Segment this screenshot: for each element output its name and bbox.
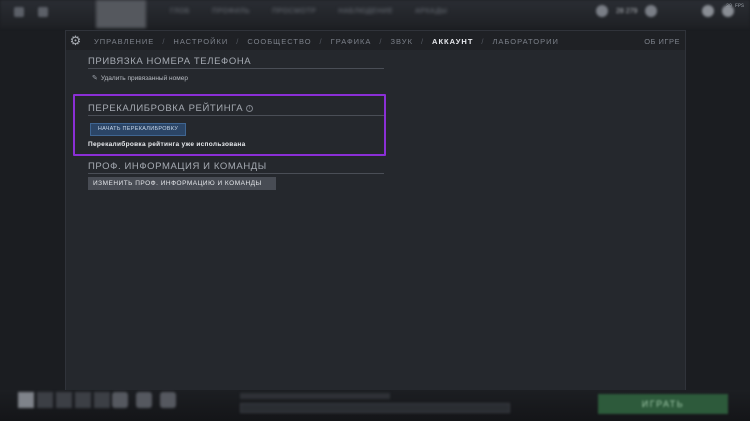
info-icon[interactable]: i — [246, 104, 254, 112]
bottom-icons — [112, 392, 176, 408]
gear-icon[interactable]: ⚙ — [69, 34, 82, 47]
top-nav-item[interactable]: НАБЛЮДЕНИЕ — [338, 8, 393, 15]
tab-community[interactable]: СООБЩЕСТВО — [247, 37, 311, 46]
tab-separator: / — [379, 37, 383, 46]
party-slot[interactable] — [75, 392, 91, 408]
tab-graphics[interactable]: ГРАФИКА — [331, 37, 372, 46]
party-slots — [18, 392, 110, 408]
top-nav-item[interactable]: ГЛОБ — [170, 8, 190, 15]
pencil-icon: ✎ — [92, 75, 98, 82]
settings-tabs: УПРАВЛЕНИЕ / НАСТРОЙКИ / СООБЩЕСТВО / ГР… — [94, 37, 559, 46]
tab-audio[interactable]: ЗВУК — [391, 37, 413, 46]
top-nav-item[interactable]: ПРОФИЛЬ — [212, 8, 250, 15]
party-slot[interactable] — [94, 392, 110, 408]
currency-icon — [596, 5, 608, 17]
settings-panel: ⚙ УПРАВЛЕНИЕ / НАСТРОЙКИ / СООБЩЕСТВО / … — [65, 30, 686, 392]
section-divider — [88, 68, 384, 69]
tab-separator: / — [162, 37, 166, 46]
tab-separator: / — [420, 37, 425, 46]
tab-labs[interactable]: ЛАБОРАТОРИИ — [493, 37, 559, 46]
guild-icon[interactable] — [112, 392, 128, 408]
chat-icon[interactable] — [160, 392, 176, 408]
phone-section-title: ПРИВЯЗКА НОМЕРА ТЕЛЕФОНА — [88, 56, 252, 67]
top-left-icons — [14, 7, 48, 17]
settings-tab-bar: ⚙ УПРАВЛЕНИЕ / НАСТРОЙКИ / СООБЩЕСТВО / … — [66, 31, 685, 50]
section-divider — [88, 115, 384, 116]
tab-options[interactable]: НАСТРОЙКИ — [173, 37, 228, 46]
recalibration-section-title: ПЕРЕКАЛИБРОВКА РЕЙТИНГА i — [88, 103, 254, 114]
profile-icon[interactable] — [645, 5, 658, 17]
fps-counter: 30 FPS — [725, 3, 744, 9]
friends-icon[interactable] — [702, 5, 714, 17]
top-nav: ГЛОБ ПРОФИЛЬ ПРОСМОТР НАБЛЮДЕНИЕ АРКАДЫ — [170, 8, 447, 15]
top-nav-item[interactable]: АРКАДЫ — [415, 8, 447, 15]
play-button[interactable]: ИГРАТЬ — [598, 394, 728, 414]
player-avatar[interactable] — [18, 392, 34, 408]
pro-section-title: ПРОФ. ИНФОРМАЦИЯ И КОМАНДЫ — [88, 161, 267, 172]
chat-area — [240, 393, 510, 415]
recalibration-title-text: ПЕРЕКАЛИБРОВКА РЕЙТИНГА — [88, 103, 244, 114]
settings-shortcut-icon[interactable] — [38, 7, 48, 17]
chat-message — [240, 393, 390, 399]
tab-separator: / — [319, 37, 323, 46]
remove-phone-link[interactable]: ✎ Удалить привязанный номер — [92, 74, 188, 83]
remove-phone-label: Удалить привязанный номер — [100, 74, 188, 82]
start-recalibration-button[interactable]: НАЧАТЬ ПЕРЕКАЛИБРОВКУ — [90, 123, 186, 136]
currency-value: 28 279 — [616, 7, 638, 15]
tab-account[interactable]: АККАУНТ — [432, 37, 473, 46]
back-icon[interactable] — [14, 7, 24, 17]
chat-input[interactable] — [240, 403, 510, 413]
recalibration-status: Перекалибровка рейтинга уже использована — [88, 141, 246, 148]
party-slot[interactable] — [37, 392, 53, 408]
edit-pro-info-button[interactable]: ИЗМЕНИТЬ ПРОФ. ИНФОРМАЦИЮ И КОМАНДЫ — [88, 177, 276, 190]
tab-controls[interactable]: УПРАВЛЕНИЕ — [94, 37, 154, 46]
hero-icon[interactable] — [136, 392, 152, 408]
top-right-status: 28 279 — [596, 5, 658, 17]
section-divider — [88, 173, 384, 174]
party-slot[interactable] — [56, 392, 72, 408]
dota-logo[interactable] — [96, 0, 146, 28]
top-nav-item[interactable]: ПРОСМОТР — [272, 8, 316, 15]
about-game-link[interactable]: ОБ ИГРЕ — [644, 37, 680, 46]
tab-separator: / — [481, 37, 485, 46]
tab-separator: / — [236, 37, 240, 46]
